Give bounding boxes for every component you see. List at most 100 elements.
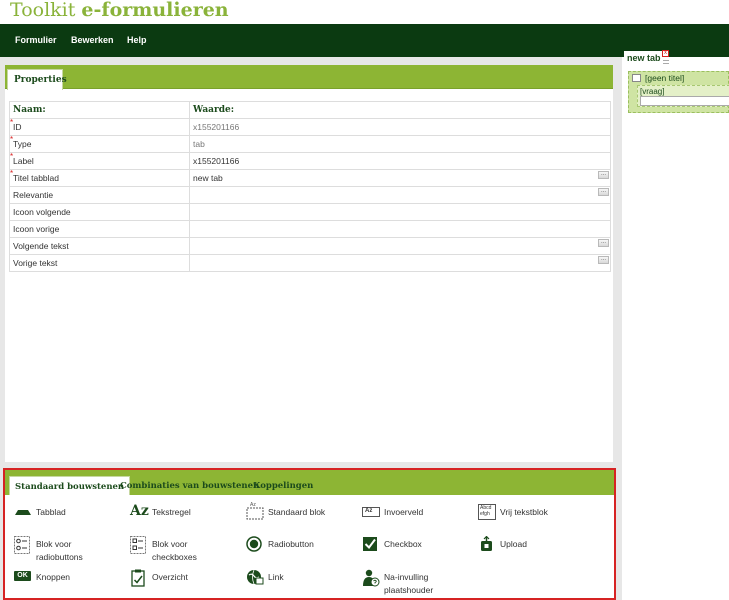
close-tab-icon[interactable]: x (662, 50, 669, 57)
block-collapse-checkbox[interactable] (632, 74, 641, 82)
preview-question[interactable]: [vraag] (637, 85, 729, 107)
menu-help[interactable]: Help (127, 35, 147, 45)
property-row: Volgende tekst... (9, 237, 611, 255)
palette-item-upload[interactable]: Upload (478, 536, 588, 562)
palette-item-vrij-tekstblok[interactable]: Abcd efgh Vrij tekstblok (478, 504, 588, 530)
property-row: Relevantie... (9, 186, 611, 204)
property-name-cell: Relevantie (9, 186, 190, 204)
palette-item-checkbox[interactable]: Checkbox (362, 536, 467, 562)
property-name: Type (13, 139, 32, 149)
property-name-cell: * Titel tabblad (9, 169, 190, 187)
preview-block-title: [geen titel] (645, 73, 685, 83)
palette-item-label: Blok voor checkboxes (152, 539, 197, 562)
drag-handle-icon[interactable] (663, 60, 669, 64)
property-name-cell: * Label (9, 152, 190, 170)
app-title-bold: e-formulieren (81, 0, 229, 21)
tab-combinaties-van-bouwstenen[interactable]: Combinaties van bouwstenen (115, 476, 264, 495)
property-row: * Type tab (9, 135, 611, 153)
property-row: Icoon volgende (9, 203, 611, 221)
palette-item-na-invulling-plaatshouder[interactable]: Na-invulling plaatshouder (362, 569, 472, 595)
property-value: x155201166 (193, 156, 240, 166)
edit-property-button[interactable]: ... (598, 171, 609, 179)
edit-property-button[interactable]: ... (598, 239, 609, 247)
column-name-header: Naam: (9, 101, 190, 119)
palette-item-label: Na-invulling plaatshouder (384, 572, 434, 595)
property-row: * Titel tabblad new tab... (9, 169, 611, 187)
tab-standaard-bouwstenen[interactable]: Standaard bouwstenen (9, 476, 131, 495)
component-palette: Standaard bouwstenen Combinaties van bou… (3, 468, 616, 600)
property-name-cell: Volgende tekst (9, 237, 190, 255)
palette-item-tekstregel[interactable]: Az Tekstregel (130, 504, 235, 530)
input-field-icon-text: Az (365, 508, 373, 514)
property-value-cell[interactable]: ... (189, 237, 611, 255)
tab-properties[interactable]: Properties (7, 69, 67, 90)
properties-header-row: Naam: Waarde: (9, 101, 611, 119)
radio-block-icon (14, 536, 30, 554)
required-marker: * (10, 118, 14, 128)
tab-koppelingen[interactable]: Koppelingen (248, 476, 318, 495)
edit-property-button[interactable]: ... (598, 256, 609, 264)
palette-item-label: Overzicht (152, 572, 188, 582)
property-value-cell[interactable]: ... (189, 186, 611, 204)
radiobutton-icon (246, 536, 262, 552)
column-value-header: Waarde: (189, 101, 611, 119)
palette-item-label: Invoerveld (384, 507, 424, 517)
property-row: Icoon vorige (9, 220, 611, 238)
form-preview-panel: new tab x [geen titel] [vraag] (622, 50, 729, 600)
palette-item-label: Checkbox (384, 539, 422, 549)
property-name-cell: Vorige tekst (9, 254, 190, 272)
property-name: Label (13, 156, 34, 166)
app-title: Toolkit e-formulieren (10, 0, 229, 21)
palette-item-label: Tekstregel (152, 507, 191, 517)
palette-item-blok-voor-checkboxes[interactable]: Blok voor checkboxes (130, 536, 235, 562)
palette-tabbar: Standaard bouwstenen Combinaties van bou… (5, 470, 614, 495)
palette-item-blok-voor-radiobuttons[interactable]: Blok voor radiobuttons (14, 536, 119, 562)
property-name: Relevantie (13, 190, 54, 200)
property-row: * ID x155201166 (9, 118, 611, 136)
property-value: x155201166 (193, 122, 240, 132)
palette-item-label: Link (268, 572, 284, 582)
text-line-icon: Az (130, 503, 149, 519)
property-value-cell[interactable]: x155201166 (189, 152, 611, 170)
palette-item-tabblad[interactable]: Tabblad (14, 504, 119, 530)
properties-panel: Properties Naam: Waarde: * ID x155201166 * T… (5, 65, 613, 462)
menu-bewerken[interactable]: Bewerken (71, 35, 114, 45)
property-value-cell[interactable] (189, 203, 611, 221)
palette-item-label: Blok voor radiobuttons (36, 539, 83, 562)
app-header: Toolkit e-formulieren (0, 0, 729, 24)
property-value: new tab (193, 173, 223, 183)
palette-item-label: Upload (500, 539, 527, 549)
palette-item-radiobutton[interactable]: Radiobutton (246, 536, 351, 562)
property-value-cell[interactable] (189, 220, 611, 238)
palette-item-overzicht[interactable]: Overzicht (130, 569, 235, 595)
preview-block[interactable]: [geen titel] [vraag] (628, 71, 729, 113)
property-name: ID (13, 122, 22, 132)
property-value-cell: x155201166 (189, 118, 611, 136)
property-value-cell: tab (189, 135, 611, 153)
menubar: Formulier Bewerken Help (0, 24, 729, 57)
property-name: Icoon vorige (13, 224, 60, 234)
property-name-cell: * Type (9, 135, 190, 153)
menu-formulier[interactable]: Formulier (15, 35, 57, 45)
palette-item-label: Tabblad (36, 507, 66, 517)
palette-item-label: Vrij tekstblok (500, 507, 548, 517)
property-row: Vorige tekst... (9, 254, 611, 272)
preview-question-input[interactable] (640, 96, 729, 106)
palette-item-invoerveld[interactable]: Az Invoerveld (362, 504, 467, 530)
buttons-icon: OK (14, 571, 31, 581)
workspace: Properties Naam: Waarde: * ID x155201166 * T… (0, 50, 729, 600)
property-value-cell[interactable]: new tab... (189, 169, 611, 187)
properties-body: * ID x155201166 * Type tab * Label x155201166 * Ti… (9, 118, 611, 272)
edit-property-button[interactable]: ... (598, 188, 609, 196)
required-marker: * (10, 169, 14, 179)
checkbox-block-icon (130, 536, 146, 554)
property-value: tab (193, 139, 205, 149)
property-value-cell[interactable]: ... (189, 254, 611, 272)
free-text-icon-text: Abcd efgh (480, 505, 492, 517)
palette-item-knoppen[interactable]: OK Knoppen (14, 569, 119, 595)
palette-item-link[interactable]: Link (246, 569, 351, 595)
property-name: Icoon volgende (13, 207, 71, 217)
property-name-cell: Icoon volgende (9, 203, 190, 221)
palette-item-standaard-blok[interactable]: Az Standaard blok (246, 502, 351, 530)
property-name-cell: * ID (9, 118, 190, 136)
